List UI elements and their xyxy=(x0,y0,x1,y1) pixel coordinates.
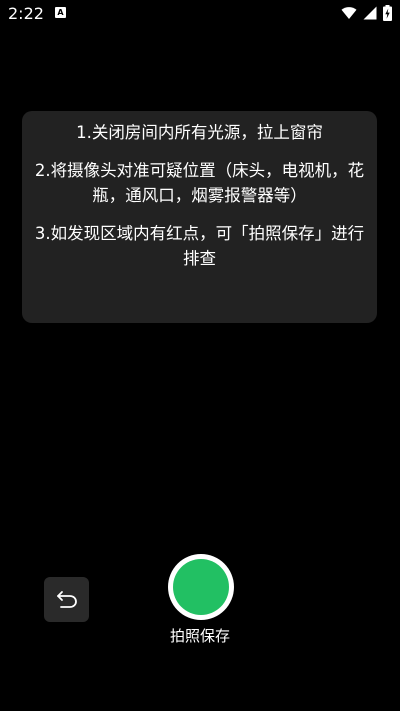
status-icons xyxy=(341,5,392,21)
capture-label: 拍照保存 xyxy=(169,627,230,645)
capture-button[interactable] xyxy=(168,554,234,620)
battery-charging-icon xyxy=(383,5,392,21)
tip-3: 3.如发现区域内有红点，可「拍照保存」进行排查 xyxy=(34,224,365,268)
tip-2: 2.将摄像头对准可疑位置（床头，电视机，花瓶，通风口，烟雾报警器等） xyxy=(34,161,365,205)
signal-icon xyxy=(363,6,377,20)
app-notification-icon: A xyxy=(55,7,66,18)
wifi-icon xyxy=(341,6,357,20)
undo-button[interactable] xyxy=(44,577,89,622)
undo-icon xyxy=(55,587,79,613)
status-bar: 2:22 A xyxy=(0,0,400,28)
capture-button-inner xyxy=(173,559,229,615)
instructions-card: 1.关闭房间内所有光源，拉上窗帘 2.将摄像头对准可疑位置（床头，电视机，花瓶，… xyxy=(22,111,377,323)
tip-1: 1.关闭房间内所有光源，拉上窗帘 xyxy=(76,123,323,142)
status-time: 2:22 xyxy=(8,4,44,23)
